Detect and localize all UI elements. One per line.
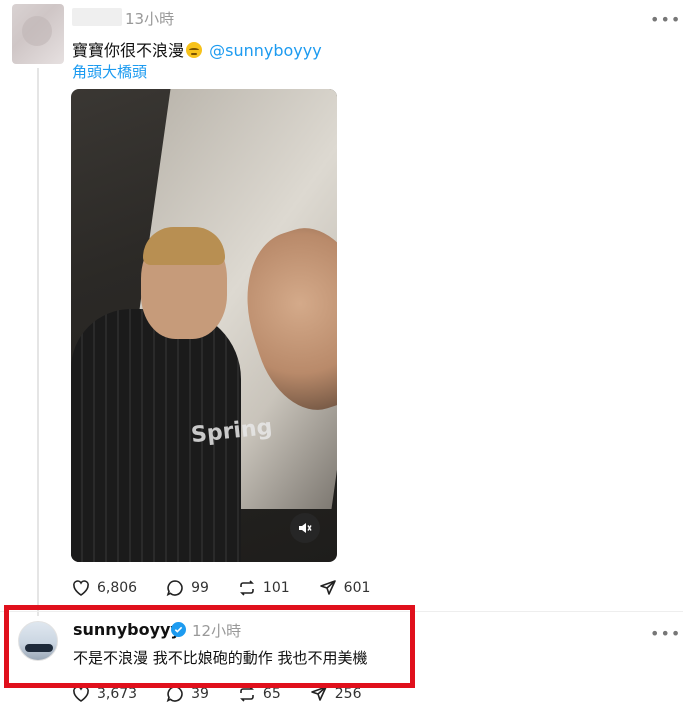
mute-button[interactable] [290, 513, 320, 543]
like-button[interactable]: 6,806 [71, 578, 137, 598]
post-text: 寶寶你很不浪漫 @sunnyboyyy [72, 37, 322, 61]
share-count: 256 [334, 686, 362, 702]
like-count: 6,806 [97, 580, 138, 596]
highlight-box [4, 605, 415, 688]
post-actions: 6,806 99 101 601 [71, 578, 398, 598]
repost-button[interactable]: 101 [237, 578, 290, 598]
emoji-pensive [186, 42, 203, 58]
more-icon[interactable]: ••• [650, 626, 681, 642]
comment-count: 39 [191, 686, 209, 702]
thread-line [37, 68, 39, 616]
avatar[interactable] [12, 4, 64, 64]
heart-icon [73, 580, 89, 596]
more-icon[interactable]: ••• [650, 12, 681, 28]
video-hair [143, 227, 225, 265]
comment-icon [166, 580, 183, 597]
share-button[interactable]: 601 [318, 578, 371, 598]
repost-icon [239, 580, 254, 596]
comment-button[interactable]: 99 [165, 578, 209, 598]
share-icon [319, 580, 336, 595]
repost-count: 101 [262, 580, 290, 596]
post-text-body: 寶寶你很不浪漫 [72, 41, 185, 60]
post-timestamp: 13小時 [125, 10, 175, 28]
video-player[interactable]: Spring [71, 89, 337, 562]
username-redacted [72, 8, 122, 26]
share-count: 601 [343, 580, 371, 596]
mute-icon [299, 523, 312, 533]
mention-link[interactable]: @sunnyboyyy [209, 41, 322, 60]
repost-count: 65 [262, 686, 281, 702]
translation-link[interactable]: 角頭大橋頭 [72, 61, 147, 82]
comment-count: 99 [191, 580, 209, 596]
like-count: 3,673 [97, 686, 138, 702]
